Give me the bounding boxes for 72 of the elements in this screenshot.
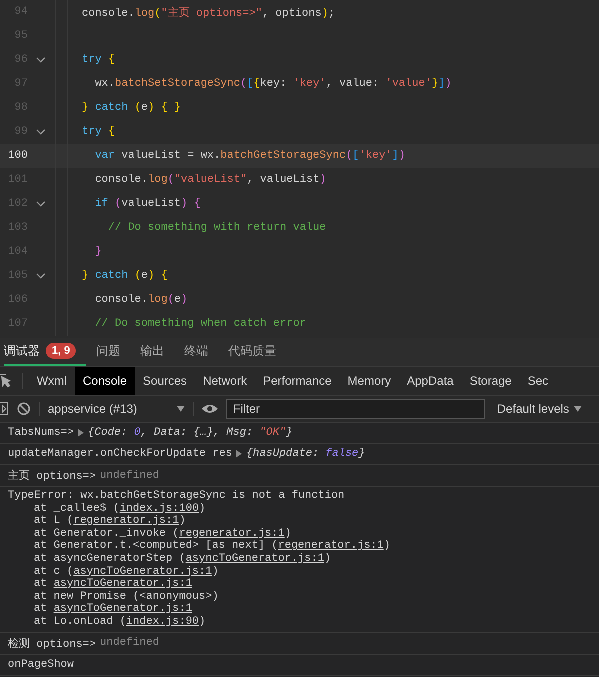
source-link[interactable]: asyncToGenerator.js:1 <box>54 603 192 616</box>
source-link[interactable]: regenerator.js:1 <box>179 528 285 540</box>
code-line: try { <box>82 54 116 66</box>
panel-tab[interactable]: 输出 <box>140 338 174 366</box>
code-line: // Do something when catch error <box>94 318 306 330</box>
log-label: updateManager.onCheckForUpdate res <box>8 448 232 460</box>
log-label: 主页 options=> <box>8 468 96 483</box>
inspect-cursor-icon[interactable] <box>0 374 12 388</box>
code-line: if (valueList) { <box>94 198 201 210</box>
error-count-badge: 1, 9 <box>46 343 76 359</box>
code-line: console.log(e) <box>94 294 188 306</box>
object-preview[interactable]: {Code: 0, Data: {…}, Msg: "OK"} <box>88 427 293 439</box>
devtools-tab[interactable]: Network <box>195 367 256 395</box>
caret-icon <box>177 406 186 412</box>
devtools-tab[interactable]: Wxml <box>29 367 75 395</box>
devtools-tab[interactable]: Storage <box>462 367 520 395</box>
fold-chevron-icon[interactable] <box>36 128 46 136</box>
stack-line: at L (regenerator.js:1) <box>33 515 187 528</box>
expand-icon[interactable] <box>78 429 84 437</box>
eye-icon[interactable] <box>202 404 218 414</box>
source-link[interactable]: index.js:90 <box>126 616 200 628</box>
code-line: try { <box>82 126 116 138</box>
log-label: TabsNums=> <box>8 427 74 439</box>
clear-icon[interactable] <box>17 402 31 416</box>
source-link[interactable]: asyncToGenerator.js:1 <box>54 578 192 590</box>
expand-icon[interactable] <box>236 450 242 458</box>
panel-tab[interactable]: 代码质量 <box>228 338 286 366</box>
error-message: TypeError: wx.batchGetStorageSync is not a function <box>8 490 346 503</box>
caret-icon <box>574 406 582 412</box>
code-line: console.log("主页 options=>", options); <box>82 6 336 20</box>
devtools-tab[interactable]: Sec <box>520 367 557 395</box>
line-number: 100 <box>7 150 28 162</box>
filter-field[interactable]: Filter <box>226 399 486 419</box>
devtools-tab[interactable]: Sources <box>135 367 196 395</box>
log-text: onPageShow <box>8 658 74 671</box>
devtools-tab[interactable]: Performance <box>255 367 340 395</box>
code-line: // Do something with return value <box>107 222 326 234</box>
object-preview[interactable]: {hasUpdate: false} <box>246 448 366 460</box>
code-line: var valueList = wx.batchGetStorageSync(['key']) <box>94 150 406 162</box>
sidebar-toggle-icon[interactable] <box>0 402 9 416</box>
code-line: } <box>94 246 102 258</box>
code-line: console.log("valueList", valueList) <box>94 174 326 186</box>
source-link[interactable]: regenerator.js:1 <box>278 540 384 552</box>
source-link[interactable]: regenerator.js:1 <box>74 515 180 528</box>
devtools-tab[interactable]: AppData <box>399 367 462 395</box>
stack-line: at _callee$ (index.js:100) <box>33 502 207 515</box>
context-select[interactable]: appservice (#13) <box>39 402 194 416</box>
log-value: undefined <box>100 637 160 650</box>
stack-line: at Lo.onLoad (index.js:90) <box>33 616 207 629</box>
stack-line: at asyncToGenerator.js:1 <box>33 578 194 591</box>
fold-chevron-icon[interactable] <box>36 56 46 64</box>
log-value: undefined <box>100 470 160 482</box>
stack-line: at Generator.t.<computed> [as next] (regenerator.js:1) <box>33 540 392 553</box>
panel-tab[interactable]: 终端 <box>184 338 218 366</box>
stack-line: at new Promise (<anonymous>) <box>33 590 220 603</box>
panel-tab[interactable]: 问题 <box>96 338 130 366</box>
code-line: } catch (e) { } <box>82 102 182 114</box>
code-line: } catch (e) { <box>82 270 168 282</box>
source-link[interactable]: index.js:100 <box>120 502 200 515</box>
stack-line: at asyncToGenerator.js:1 <box>33 603 194 616</box>
code-line: wx.batchSetStorageSync([{key: 'key', value: 'value'}]) <box>94 78 452 90</box>
stack-line: at asyncGeneratorStep (asyncToGenerator.js:1) <box>33 552 332 566</box>
source-link[interactable]: asyncToGenerator.js:1 <box>74 566 212 578</box>
devtools-tab[interactable]: Console <box>75 367 136 395</box>
stack-line: at Generator._invoke (regenerator.js:1) <box>33 528 292 540</box>
log-label: 检测 options=> <box>8 637 96 651</box>
devtools-tab[interactable]: Memory <box>340 367 400 395</box>
source-link[interactable]: asyncToGenerator.js:1 <box>186 552 324 565</box>
stack-line: at c (asyncToGenerator.js:1) <box>33 566 220 578</box>
fold-chevron-icon[interactable] <box>36 272 46 280</box>
fold-chevron-icon[interactable] <box>36 200 46 208</box>
levels-dropdown[interactable]: Default levels <box>493 402 586 416</box>
